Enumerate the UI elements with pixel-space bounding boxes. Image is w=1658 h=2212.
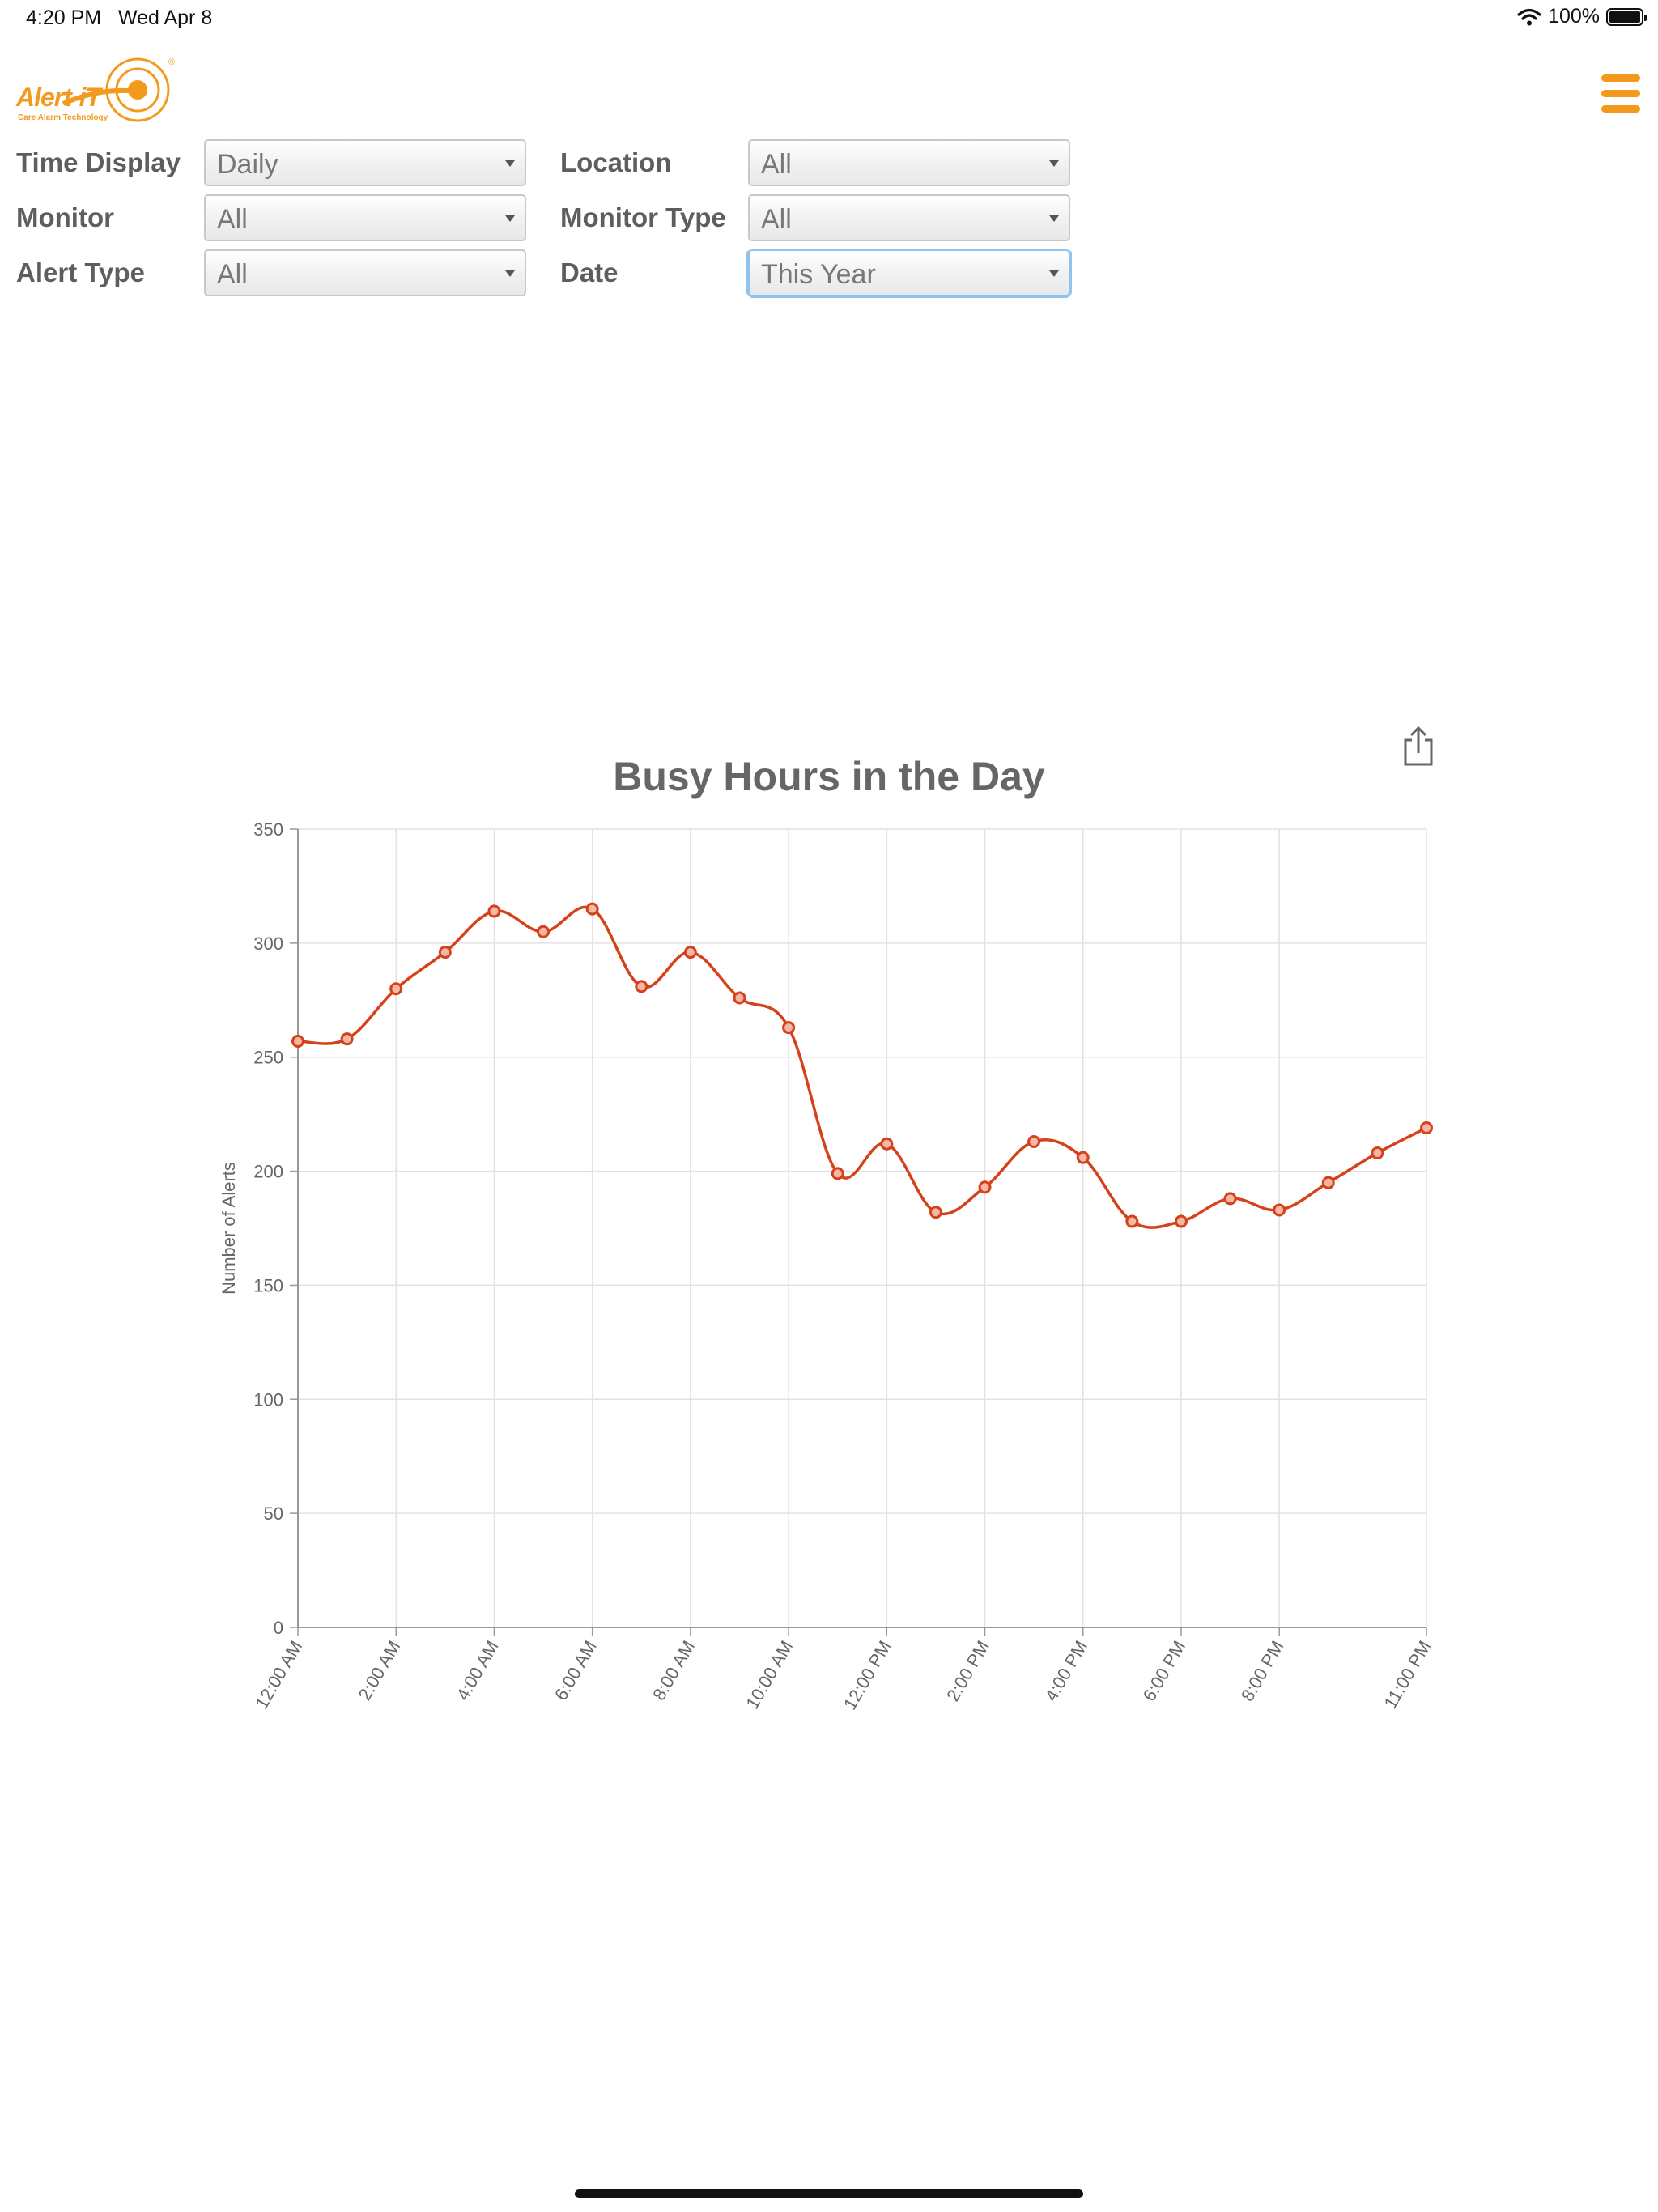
x-tick-label: 10:00 AM xyxy=(742,1637,797,1712)
location-value: All xyxy=(761,149,792,180)
time-display-value: Daily xyxy=(217,149,278,180)
x-tick-label: 12:00 PM xyxy=(840,1637,895,1713)
x-tick-label: 2:00 PM xyxy=(942,1637,993,1704)
logo-tagline: Care Alarm Technology xyxy=(18,113,108,122)
menu-bar-top xyxy=(1601,74,1640,82)
x-tick-label: 4:00 AM xyxy=(453,1637,503,1704)
dropdown-arrow-icon xyxy=(1049,270,1059,277)
date-value: This Year xyxy=(761,259,876,290)
data-point[interactable] xyxy=(635,980,648,993)
data-point[interactable] xyxy=(340,1032,354,1046)
menu-bar-bottom xyxy=(1601,105,1640,113)
data-point[interactable] xyxy=(1321,1176,1335,1189)
time-display-label: Time Display xyxy=(16,147,181,177)
location-select[interactable]: All xyxy=(748,139,1070,186)
y-tick-label: 300 xyxy=(253,934,283,954)
data-point[interactable] xyxy=(978,1180,992,1194)
x-tick-label: 11:00 PM xyxy=(1380,1637,1435,1712)
x-tick-label: 8:00 PM xyxy=(1237,1637,1288,1704)
wifi-icon xyxy=(1517,8,1541,25)
data-point[interactable] xyxy=(1371,1146,1384,1160)
data-point[interactable] xyxy=(389,982,403,996)
data-point[interactable] xyxy=(1027,1134,1041,1148)
y-tick-label: 350 xyxy=(253,819,283,840)
app-logo: ® Alert-iT Care Alarm Technology xyxy=(15,53,176,128)
battery-icon xyxy=(1606,7,1647,26)
busy-hours-chart: 0 50 100 150 200 250 300 350 12:00 AM 2:00 AM 4:00… xyxy=(219,819,1435,1713)
dropdown-arrow-icon xyxy=(505,160,515,167)
data-point[interactable] xyxy=(683,946,697,959)
y-tick-label: 100 xyxy=(253,1389,283,1410)
location-label: Location xyxy=(560,147,672,177)
data-point[interactable] xyxy=(438,946,452,959)
x-tick-label: 6:00 PM xyxy=(1139,1637,1190,1704)
y-tick-label: 250 xyxy=(253,1048,283,1068)
y-tick-label: 150 xyxy=(253,1275,283,1295)
status-clock: 4:20 PM xyxy=(26,6,102,29)
monitor-type-label: Monitor Type xyxy=(560,202,726,232)
series-line xyxy=(297,905,1427,1229)
data-point[interactable] xyxy=(1273,1203,1286,1217)
data-point[interactable] xyxy=(291,1034,304,1048)
monitor-label: Monitor xyxy=(16,202,114,232)
x-tick-label: 8:00 AM xyxy=(648,1637,699,1704)
hamburger-menu-icon[interactable] xyxy=(1601,74,1642,113)
date-label: Date xyxy=(560,257,619,287)
data-point[interactable] xyxy=(782,1021,796,1035)
status-indicators: 100% xyxy=(1517,5,1647,28)
data-point[interactable] xyxy=(880,1137,894,1151)
data-point[interactable] xyxy=(929,1206,942,1219)
data-point[interactable] xyxy=(1125,1214,1139,1228)
data-point[interactable] xyxy=(1223,1192,1237,1206)
dropdown-arrow-icon xyxy=(505,215,515,222)
battery-percent: 100% xyxy=(1548,5,1600,28)
y-tick-label: 200 xyxy=(253,1162,283,1182)
x-tick-label: 6:00 AM xyxy=(551,1637,601,1704)
data-point[interactable] xyxy=(733,991,746,1005)
x-tick-label: 12:00 AM xyxy=(251,1637,306,1712)
dropdown-arrow-icon xyxy=(1049,160,1059,167)
battery-fill xyxy=(1609,11,1640,23)
status-time: 4:20 PM Wed Apr 8 xyxy=(26,6,212,30)
status-bar: 4:20 PM Wed Apr 8 100% xyxy=(0,0,1658,39)
time-display-select[interactable]: Daily xyxy=(204,139,526,186)
y-tick-label: 50 xyxy=(264,1504,283,1524)
dropdown-arrow-icon xyxy=(1049,215,1059,222)
alert-type-value: All xyxy=(217,259,248,290)
data-point[interactable] xyxy=(1174,1214,1188,1228)
logo-name: Alert-iT xyxy=(16,83,101,112)
alert-type-select[interactable]: All xyxy=(204,249,526,296)
dropdown-arrow-icon xyxy=(505,270,515,277)
y-axis-label: Number of Alerts xyxy=(219,1162,239,1295)
x-tick-label: 4:00 PM xyxy=(1040,1637,1091,1704)
status-date: Wed Apr 8 xyxy=(117,6,213,29)
home-indicator[interactable] xyxy=(575,2189,1083,2198)
monitor-value: All xyxy=(217,204,248,235)
svg-text:®: ® xyxy=(168,57,175,67)
date-select[interactable]: This Year xyxy=(748,249,1070,296)
data-point[interactable] xyxy=(831,1167,844,1180)
y-tick-label: 0 xyxy=(274,1618,283,1638)
data-point[interactable] xyxy=(487,904,501,918)
monitor-select[interactable]: All xyxy=(204,194,526,241)
chart-title: Busy Hours in the Day xyxy=(613,754,1045,799)
data-point[interactable] xyxy=(585,902,599,916)
data-point[interactable] xyxy=(1076,1151,1090,1164)
data-point[interactable] xyxy=(537,925,551,938)
monitor-type-select[interactable]: All xyxy=(748,194,1070,241)
monitor-type-value: All xyxy=(761,204,792,235)
x-tick-label: 2:00 AM xyxy=(355,1637,405,1704)
data-point[interactable] xyxy=(1420,1121,1433,1135)
alert-type-label: Alert Type xyxy=(16,257,145,287)
menu-bar-middle xyxy=(1601,90,1640,97)
